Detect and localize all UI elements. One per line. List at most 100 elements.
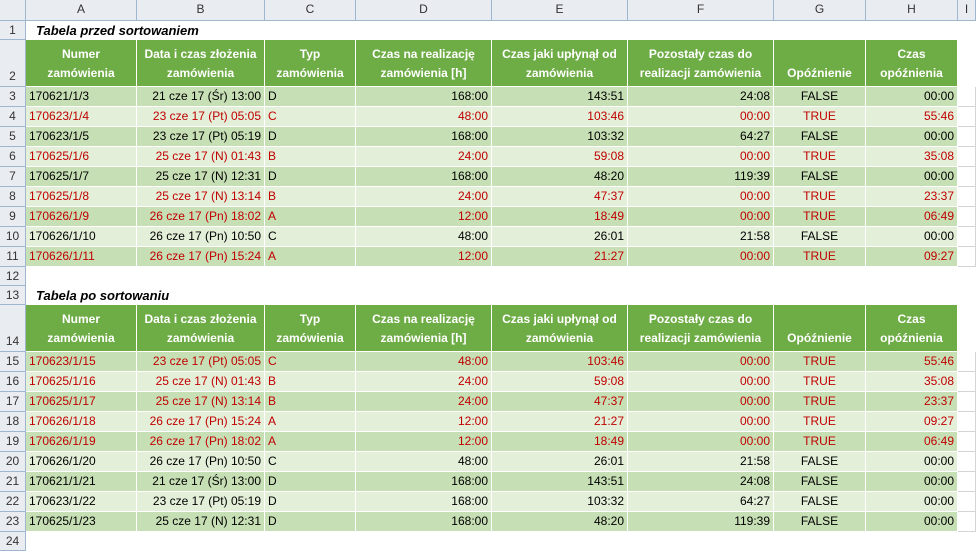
cell-h[interactable]: 00:00	[866, 127, 958, 147]
cell-c[interactable]: D	[265, 492, 356, 512]
cell-b[interactable]: 26 cze 17 (Pn) 10:50	[137, 452, 265, 472]
column-header-a[interactable]: A	[26, 0, 137, 21]
row-number[interactable]: 9	[0, 207, 26, 227]
empty-cell[interactable]	[958, 352, 976, 372]
cell-g[interactable]: FALSE	[774, 472, 866, 492]
cell-a[interactable]: 170626/1/11	[26, 247, 137, 267]
cell-a[interactable]: 170626/1/18	[26, 412, 137, 432]
empty-cell[interactable]	[958, 40, 976, 87]
cell-a[interactable]: 170625/1/17	[26, 392, 137, 412]
row-number[interactable]: 12	[0, 267, 26, 286]
row-number[interactable]: 10	[0, 227, 26, 247]
row-number[interactable]: 22	[0, 492, 26, 512]
cell-e[interactable]: 26:01	[492, 452, 628, 472]
empty-cell[interactable]	[958, 412, 976, 432]
cell-d[interactable]: 168:00	[356, 167, 492, 187]
cell-g[interactable]: TRUE	[774, 372, 866, 392]
cell-h[interactable]: 55:46	[866, 107, 958, 127]
header-cell-f[interactable]: Pozostały czas do realizacji zamówienia	[628, 40, 774, 87]
cell-c[interactable]: D	[265, 87, 356, 107]
empty-cell[interactable]	[958, 492, 976, 512]
cell-e[interactable]: 21:27	[492, 247, 628, 267]
cell-d[interactable]: 24:00	[356, 187, 492, 207]
cell-e[interactable]: 18:49	[492, 432, 628, 452]
empty-cell[interactable]	[356, 21, 492, 40]
cell-a[interactable]: 170625/1/23	[26, 512, 137, 532]
empty-cell[interactable]	[356, 267, 492, 286]
empty-cell[interactable]	[137, 267, 265, 286]
cell-a[interactable]: 170626/1/9	[26, 207, 137, 227]
empty-cell[interactable]	[866, 286, 958, 305]
empty-cell[interactable]	[958, 372, 976, 392]
cell-b[interactable]: 26 cze 17 (Pn) 18:02	[137, 432, 265, 452]
cell-d[interactable]: 168:00	[356, 492, 492, 512]
cell-b[interactable]: 23 cze 17 (Pt) 05:05	[137, 107, 265, 127]
empty-cell[interactable]	[958, 21, 976, 40]
column-header-d[interactable]: D	[356, 0, 492, 21]
cell-c[interactable]: D	[265, 127, 356, 147]
cell-c[interactable]: B	[265, 392, 356, 412]
cell-b[interactable]: 26 cze 17 (Pn) 18:02	[137, 207, 265, 227]
empty-cell[interactable]	[492, 286, 628, 305]
column-header-b[interactable]: B	[137, 0, 265, 21]
empty-cell[interactable]	[958, 247, 976, 267]
cell-h[interactable]: 00:00	[866, 167, 958, 187]
cell-e[interactable]: 48:20	[492, 167, 628, 187]
row-number[interactable]: 2	[0, 40, 26, 87]
cell-f[interactable]: 00:00	[628, 392, 774, 412]
cell-b[interactable]: 21 cze 17 (Śr) 13:00	[137, 472, 265, 492]
empty-cell[interactable]	[866, 532, 958, 551]
cell-a[interactable]: 170625/1/16	[26, 372, 137, 392]
cell-c[interactable]: A	[265, 412, 356, 432]
empty-cell[interactable]	[628, 21, 774, 40]
empty-cell[interactable]	[958, 267, 976, 286]
header-cell-b[interactable]: Data i czas złożenia zamówienia	[137, 40, 265, 87]
empty-cell[interactable]	[958, 512, 976, 532]
empty-cell[interactable]	[628, 532, 774, 551]
cell-f[interactable]: 00:00	[628, 207, 774, 227]
cell-c[interactable]: C	[265, 352, 356, 372]
row-number[interactable]: 5	[0, 127, 26, 147]
cell-f[interactable]: 00:00	[628, 107, 774, 127]
empty-cell[interactable]	[492, 267, 628, 286]
cell-g[interactable]: TRUE	[774, 412, 866, 432]
header-cell-d[interactable]: Czas na realizację zamówienia [h]	[356, 40, 492, 87]
cell-f[interactable]: 64:27	[628, 492, 774, 512]
cell-c[interactable]: A	[265, 247, 356, 267]
empty-cell[interactable]	[774, 286, 866, 305]
cell-g[interactable]: TRUE	[774, 207, 866, 227]
cell-b[interactable]: 25 cze 17 (N) 01:43	[137, 372, 265, 392]
empty-cell[interactable]	[958, 227, 976, 247]
cell-b[interactable]: 21 cze 17 (Śr) 13:00	[137, 87, 265, 107]
cell-c[interactable]: A	[265, 207, 356, 227]
cell-b[interactable]: 23 cze 17 (Pt) 05:19	[137, 492, 265, 512]
cell-h[interactable]: 35:08	[866, 147, 958, 167]
empty-cell[interactable]	[492, 21, 628, 40]
cell-h[interactable]: 23:37	[866, 187, 958, 207]
row-number[interactable]: 18	[0, 412, 26, 432]
empty-cell[interactable]	[774, 21, 866, 40]
cell-g[interactable]: TRUE	[774, 352, 866, 372]
cell-g[interactable]: FALSE	[774, 227, 866, 247]
cell-f[interactable]: 119:39	[628, 512, 774, 532]
cell-a[interactable]: 170623/1/4	[26, 107, 137, 127]
cell-e[interactable]: 143:51	[492, 87, 628, 107]
row-number[interactable]: 21	[0, 472, 26, 492]
empty-cell[interactable]	[958, 472, 976, 492]
empty-cell[interactable]	[958, 305, 976, 352]
cell-b[interactable]: 26 cze 17 (Pn) 15:24	[137, 412, 265, 432]
cell-e[interactable]: 48:20	[492, 512, 628, 532]
header-cell-g[interactable]: Opóźnienie	[774, 40, 866, 87]
cell-e[interactable]: 59:08	[492, 372, 628, 392]
cell-e[interactable]: 21:27	[492, 412, 628, 432]
cell-e[interactable]: 103:32	[492, 127, 628, 147]
empty-cell[interactable]	[958, 532, 976, 551]
cell-h[interactable]: 35:08	[866, 372, 958, 392]
cell-h[interactable]: 09:27	[866, 247, 958, 267]
row-number[interactable]: 11	[0, 247, 26, 267]
cell-g[interactable]: FALSE	[774, 167, 866, 187]
empty-cell[interactable]	[265, 286, 356, 305]
empty-cell[interactable]	[356, 532, 492, 551]
cell-c[interactable]: C	[265, 227, 356, 247]
cell-a[interactable]: 170625/1/7	[26, 167, 137, 187]
